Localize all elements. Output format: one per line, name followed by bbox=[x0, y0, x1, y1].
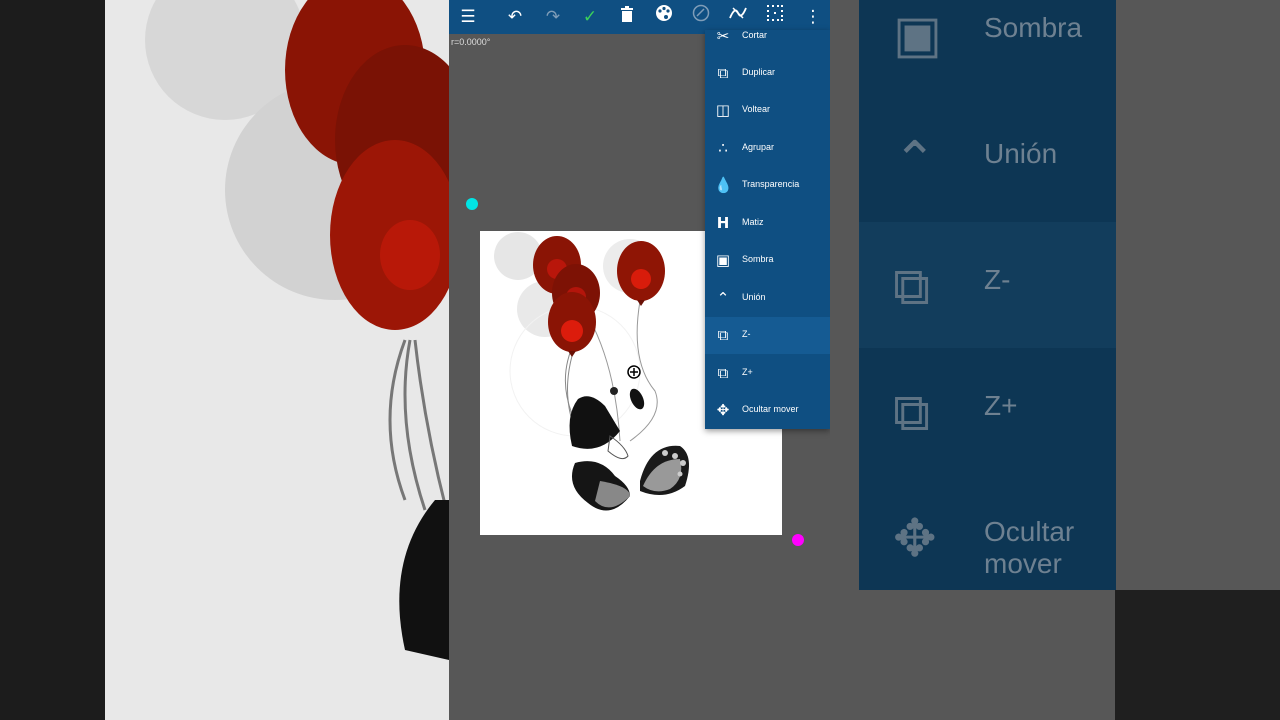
menu-item-label: Z- bbox=[742, 329, 751, 339]
rotate-handle[interactable] bbox=[466, 198, 478, 210]
menu-item-label: Sombra bbox=[742, 254, 774, 264]
flip-icon: ◫ bbox=[715, 101, 731, 119]
menu-item-z-plus[interactable]: ⧉ Z+ bbox=[705, 355, 830, 392]
shadow-icon: ▣ bbox=[893, 5, 943, 65]
background-zoomed-canvas bbox=[105, 0, 449, 720]
menu-item-matiz[interactable]: H Matiz bbox=[705, 205, 830, 242]
menu-item-z-minus[interactable]: ⧉ Z- bbox=[705, 317, 830, 354]
join-icon: ⌃ bbox=[893, 131, 937, 191]
hue-icon: H bbox=[716, 214, 730, 232]
menu-icon[interactable]: ☰ bbox=[455, 4, 481, 30]
background-menu-label: Z- bbox=[984, 264, 1011, 295]
scale-handle[interactable] bbox=[792, 534, 804, 546]
menu-item-label: Voltear bbox=[742, 104, 771, 114]
menu-item-voltear[interactable]: ◫ Voltear bbox=[705, 92, 830, 129]
menu-item-sombra[interactable]: ▣ Sombra bbox=[705, 242, 830, 279]
menu-item-label: Agrupar bbox=[742, 142, 775, 152]
menu-item-label: Duplicar bbox=[742, 67, 776, 77]
background-menu-row: ⌃ Unión bbox=[859, 96, 1116, 222]
top-toolbar: ☰ ↶ ↷ ✓ ⋮ bbox=[449, 0, 830, 34]
background-zoomed-artwork bbox=[105, 0, 449, 720]
grid-select-icon[interactable] bbox=[762, 4, 788, 30]
menu-item-union[interactable]: ⌃ Unión bbox=[705, 280, 830, 317]
rotation-readout: r=0.0000° bbox=[451, 37, 491, 47]
background-menu-row: ⧉ Z+ bbox=[859, 348, 1116, 474]
background-left-strip bbox=[0, 0, 105, 720]
curve-icon[interactable] bbox=[725, 4, 751, 30]
menu-item-ocultar-mover[interactable]: ✥ Ocultar mover bbox=[705, 392, 830, 429]
menu-item-label: Ocultar mover bbox=[742, 404, 799, 414]
menu-item-label: Z+ bbox=[742, 367, 753, 377]
background-menu-label: Z+ bbox=[984, 390, 1018, 421]
z-plus-icon: ⧉ bbox=[717, 364, 729, 382]
z-plus-icon: ⧉ bbox=[893, 383, 931, 443]
background-menu-row: ⧉ Z- bbox=[859, 222, 1116, 348]
menu-item-cortar[interactable]: ✂ Cortar bbox=[705, 30, 830, 55]
z-minus-icon: ⧉ bbox=[893, 257, 931, 317]
hide-move-icon: ✥ bbox=[716, 401, 730, 419]
more-vert-icon[interactable]: ⋮ bbox=[800, 4, 826, 30]
background-right-corner bbox=[1115, 590, 1280, 720]
duplicate-icon: ⧉ bbox=[717, 64, 729, 82]
group-icon: ∴ bbox=[718, 139, 728, 157]
hide-move-icon: ✥ bbox=[893, 509, 937, 569]
background-menu-label: Ocultar mover bbox=[984, 516, 1075, 579]
menu-item-label: Unión bbox=[742, 292, 766, 302]
menu-item-agrupar[interactable]: ∴ Agrupar bbox=[705, 130, 830, 167]
shadow-icon: ▣ bbox=[715, 251, 731, 269]
menu-item-label: Transparencia bbox=[742, 179, 800, 189]
z-minus-icon: ⧉ bbox=[717, 326, 729, 344]
background-menu-row: ▣ Sombra bbox=[859, 0, 1116, 96]
app-screen: ☰ ↶ ↷ ✓ ⋮ r=0.0000° ✂ Cortar ⧉ Duplicar … bbox=[449, 0, 830, 720]
background-menu-panel: ▣ Sombra ⌃ Unión ⧉ Z- ⧉ Z+ ✥ Ocultar mov… bbox=[859, 0, 1116, 590]
menu-item-transparencia[interactable]: 💧 Transparencia bbox=[705, 167, 830, 204]
undo-icon[interactable]: ↶ bbox=[502, 4, 528, 30]
drop-icon: 💧 bbox=[714, 176, 733, 194]
trash-icon[interactable] bbox=[614, 4, 640, 30]
object-options-menu: ✂ Cortar ⧉ Duplicar ◫ Voltear ∴ Agrupar … bbox=[705, 30, 830, 429]
redo-icon[interactable]: ↷ bbox=[540, 4, 566, 30]
menu-item-duplicar[interactable]: ⧉ Duplicar bbox=[705, 55, 830, 92]
scissors-icon: ✂ bbox=[716, 30, 730, 45]
background-menu-row: ✥ Ocultar mover bbox=[859, 474, 1116, 600]
background-menu-label: Sombra bbox=[984, 12, 1083, 43]
menu-item-label: Cortar bbox=[742, 30, 768, 40]
palette-icon[interactable] bbox=[651, 4, 677, 30]
menu-item-label: Matiz bbox=[742, 217, 764, 227]
join-icon: ⌃ bbox=[716, 289, 730, 307]
brush-icon[interactable] bbox=[688, 4, 714, 30]
background-menu-label: Unión bbox=[984, 138, 1058, 169]
check-icon[interactable]: ✓ bbox=[577, 4, 603, 30]
